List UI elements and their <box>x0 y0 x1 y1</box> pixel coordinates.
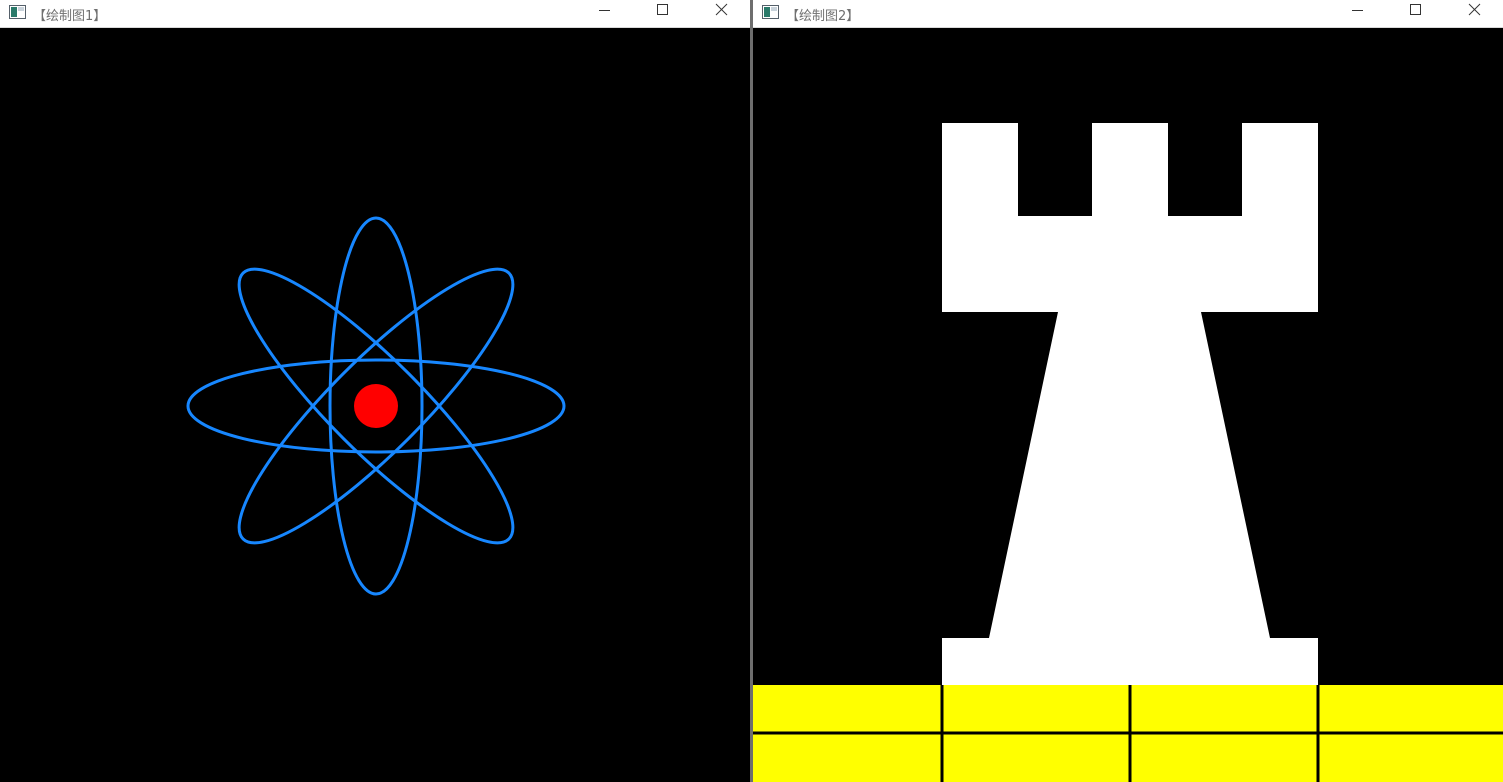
minimize-button[interactable] <box>1328 0 1386 28</box>
close-button[interactable] <box>692 0 750 28</box>
title-bar[interactable]: 【绘制图2】 <box>753 0 1503 28</box>
window-title: 【绘制图1】 <box>33 9 107 24</box>
title-bar[interactable]: 【绘制图1】 <box>0 0 750 28</box>
maximize-button[interactable] <box>633 0 691 28</box>
window-title: 【绘制图2】 <box>786 9 860 24</box>
minimize-icon <box>1352 10 1363 11</box>
maximize-icon <box>1410 4 1421 15</box>
minimize-button[interactable] <box>575 0 633 28</box>
drawing-canvas <box>186 216 566 596</box>
drawing-canvas <box>753 123 1503 782</box>
nucleus-circle <box>354 384 398 428</box>
close-icon <box>1468 3 1481 16</box>
close-icon <box>715 3 728 16</box>
atom-drawing <box>186 216 566 596</box>
app-icon <box>9 5 26 19</box>
minimize-icon <box>599 10 610 11</box>
maximize-icon <box>657 4 668 15</box>
drawing-window-1: 【绘制图1】 <box>0 0 750 782</box>
maximize-button[interactable] <box>1386 0 1444 28</box>
close-button[interactable] <box>1445 0 1503 28</box>
rook-shape <box>942 123 1318 685</box>
rook-drawing <box>753 123 1503 782</box>
app-icon <box>762 5 779 19</box>
drawing-window-2: 【绘制图2】 <box>753 0 1503 782</box>
